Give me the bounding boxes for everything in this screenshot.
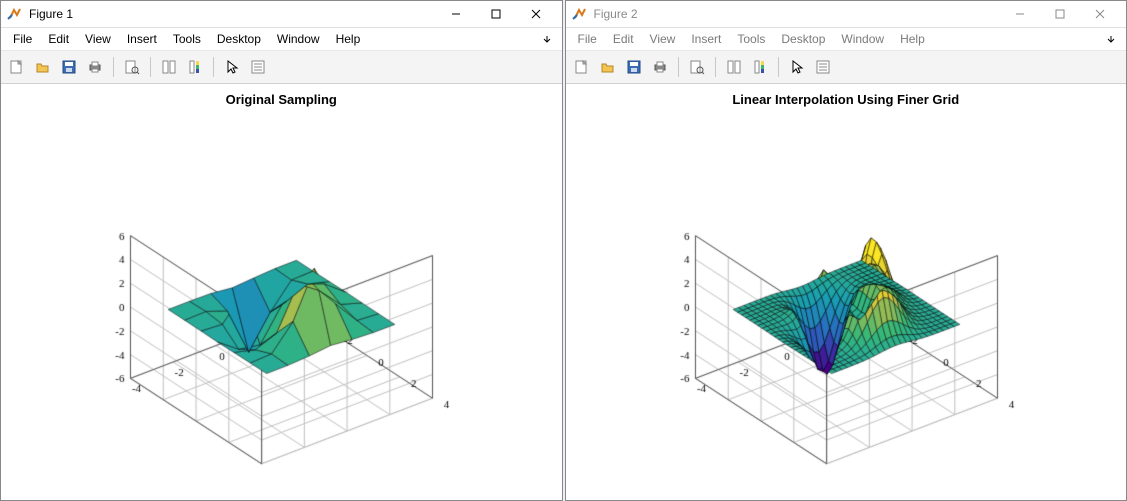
window-controls (1000, 2, 1120, 26)
link-axes-icon[interactable] (157, 55, 181, 79)
print-icon[interactable] (83, 55, 107, 79)
save-icon[interactable] (57, 55, 81, 79)
surface-plot (566, 84, 1127, 500)
minimize-button[interactable] (1000, 2, 1040, 26)
close-button[interactable] (516, 2, 556, 26)
pointer-icon[interactable] (220, 55, 244, 79)
menubar: FileEditViewInsertToolsDesktopWindowHelp (1, 28, 562, 51)
menu-tools[interactable]: Tools (165, 30, 209, 48)
menu-help[interactable]: Help (892, 30, 933, 48)
matlab-icon (572, 6, 588, 22)
new-figure-icon[interactable] (570, 55, 594, 79)
print-preview-icon[interactable] (685, 55, 709, 79)
window-controls (436, 2, 556, 26)
toolbar-separator (778, 57, 779, 77)
new-figure-icon[interactable] (5, 55, 29, 79)
colorbar-icon[interactable] (748, 55, 772, 79)
pointer-icon[interactable] (785, 55, 809, 79)
menu-window[interactable]: Window (269, 30, 328, 48)
desktop: Figure 1 FileEditViewInsertToolsDesktopW… (0, 0, 1127, 501)
menu-overflow-icon[interactable] (542, 33, 554, 45)
menu-file[interactable]: File (5, 30, 40, 48)
maximize-button[interactable] (1040, 2, 1080, 26)
maximize-button[interactable] (476, 2, 516, 26)
toolbar-separator (150, 57, 151, 77)
matlab-icon (7, 6, 23, 22)
close-button[interactable] (1080, 2, 1120, 26)
figure-window-1: Figure 1 FileEditViewInsertToolsDesktopW… (0, 0, 563, 501)
menu-edit[interactable]: Edit (605, 30, 642, 48)
toolbar-separator (678, 57, 679, 77)
menubar: FileEditViewInsertToolsDesktopWindowHelp (566, 28, 1127, 51)
menu-help[interactable]: Help (328, 30, 369, 48)
print-preview-icon[interactable] (120, 55, 144, 79)
open-icon[interactable] (596, 55, 620, 79)
menu-view[interactable]: View (77, 30, 119, 48)
menu-overflow-icon[interactable] (1106, 33, 1118, 45)
figure-window-2: Figure 2 FileEditViewInsertToolsDesktopW… (565, 0, 1127, 501)
menu-view[interactable]: View (642, 30, 684, 48)
minimize-button[interactable] (436, 2, 476, 26)
axes-3d[interactable]: Original Sampling (1, 84, 562, 500)
window-title: Figure 2 (594, 7, 1001, 21)
data-cursor-icon[interactable] (246, 55, 270, 79)
surface-plot (1, 84, 562, 500)
open-icon[interactable] (31, 55, 55, 79)
print-icon[interactable] (648, 55, 672, 79)
save-icon[interactable] (622, 55, 646, 79)
menu-tools[interactable]: Tools (729, 30, 773, 48)
menu-insert[interactable]: Insert (683, 30, 729, 48)
toolbar-separator (213, 57, 214, 77)
toolbar-separator (113, 57, 114, 77)
menu-edit[interactable]: Edit (40, 30, 77, 48)
menu-insert[interactable]: Insert (119, 30, 165, 48)
colorbar-icon[interactable] (183, 55, 207, 79)
toolbar (566, 51, 1127, 84)
menu-file[interactable]: File (570, 30, 605, 48)
axes-3d[interactable]: Linear Interpolation Using Finer Grid (566, 84, 1127, 500)
menu-window[interactable]: Window (833, 30, 892, 48)
link-axes-icon[interactable] (722, 55, 746, 79)
titlebar[interactable]: Figure 2 (566, 1, 1127, 28)
toolbar-separator (715, 57, 716, 77)
window-title: Figure 1 (29, 7, 436, 21)
data-cursor-icon[interactable] (811, 55, 835, 79)
menu-desktop[interactable]: Desktop (773, 30, 833, 48)
titlebar[interactable]: Figure 1 (1, 1, 562, 28)
menu-desktop[interactable]: Desktop (209, 30, 269, 48)
toolbar (1, 51, 562, 84)
